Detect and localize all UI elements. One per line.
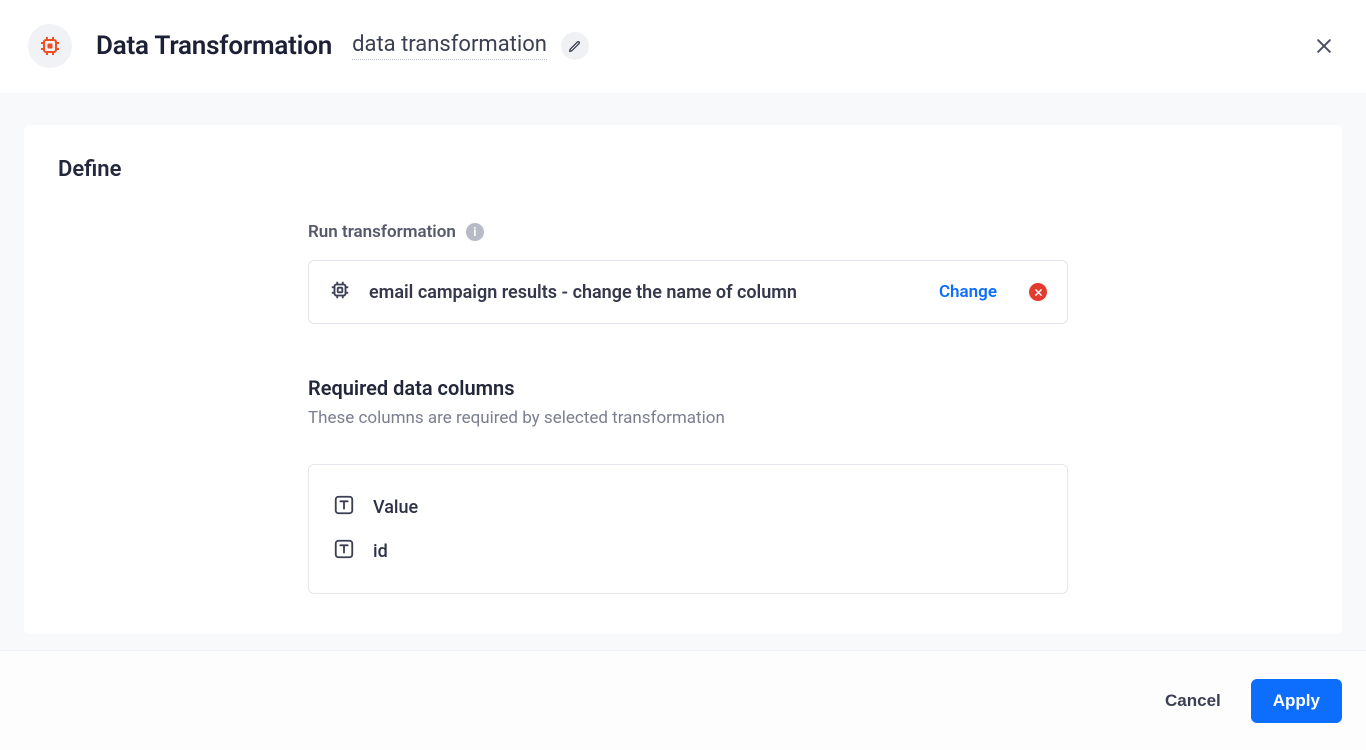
pencil-icon bbox=[568, 40, 581, 53]
text-type-icon bbox=[333, 494, 355, 520]
required-columns-heading: Required data columns bbox=[308, 376, 1068, 400]
run-transformation-label-row: Run transformation i bbox=[308, 222, 1068, 242]
required-columns-description: These columns are required by selected t… bbox=[308, 408, 1068, 428]
required-column-row: Value bbox=[333, 485, 1043, 529]
transformation-chip-icon bbox=[28, 24, 72, 68]
define-form: Run transformation i email campaign resu… bbox=[308, 222, 1068, 594]
edit-title-button[interactable] bbox=[561, 32, 589, 60]
change-transformation-link[interactable]: Change bbox=[939, 282, 997, 302]
selected-transformation-box: email campaign results - change the name… bbox=[308, 260, 1068, 324]
required-columns-box: Value id bbox=[308, 464, 1068, 594]
remove-icon bbox=[1034, 288, 1043, 297]
info-icon[interactable]: i bbox=[466, 223, 484, 241]
section-title-define: Define bbox=[58, 157, 1308, 182]
required-column-row: id bbox=[333, 529, 1043, 573]
required-column-name: Value bbox=[373, 497, 418, 518]
modal-header: Data Transformation data transformation bbox=[0, 0, 1366, 93]
page-title: Data Transformation bbox=[96, 31, 332, 61]
remove-transformation-button[interactable] bbox=[1029, 283, 1047, 301]
close-icon bbox=[1314, 36, 1334, 56]
text-type-icon bbox=[333, 538, 355, 564]
apply-button[interactable]: Apply bbox=[1251, 679, 1342, 723]
modal-body: Define Run transformation i e bbox=[0, 93, 1366, 650]
selected-transformation-name: email campaign results - change the name… bbox=[369, 282, 921, 303]
transformation-icon bbox=[329, 279, 351, 305]
cancel-button[interactable]: Cancel bbox=[1143, 679, 1243, 723]
close-button[interactable] bbox=[1310, 32, 1338, 60]
required-column-name: id bbox=[373, 541, 388, 562]
define-card: Define Run transformation i e bbox=[24, 125, 1342, 634]
modal-footer: Cancel Apply bbox=[0, 650, 1366, 750]
page-subtitle[interactable]: data transformation bbox=[352, 32, 547, 60]
run-transformation-label: Run transformation bbox=[308, 222, 456, 242]
